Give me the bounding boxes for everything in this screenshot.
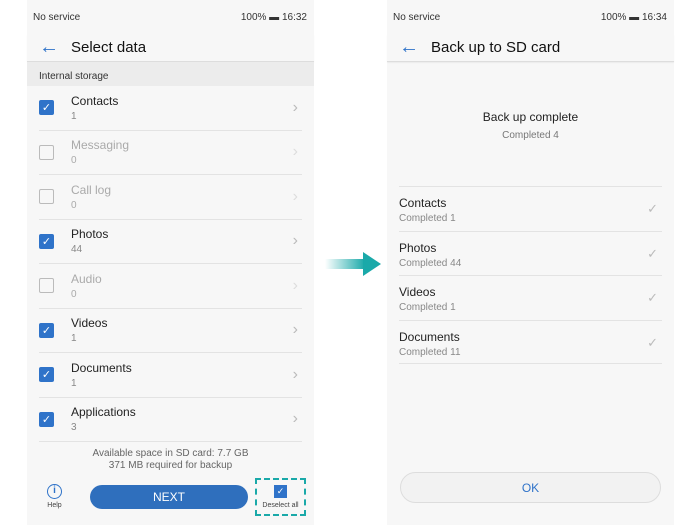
chevron-right-icon: ›	[292, 143, 298, 161]
list-item[interactable]: ✓ Videos 1 ›	[39, 309, 302, 353]
battery-text: 100%	[600, 11, 627, 23]
available-space: Available space in SD card: 7.7 GB	[92, 448, 249, 459]
list-item[interactable]: ✓ Applications 3 ›	[39, 398, 302, 442]
check-icon: ✓	[647, 290, 658, 305]
item-name: Videos	[71, 316, 108, 331]
result-item: Contacts Completed 1 ✓	[399, 186, 662, 231]
item-name: Audio	[71, 271, 102, 286]
item-count: 1	[71, 377, 77, 389]
item-count: 1	[71, 110, 77, 122]
result-item: Videos Completed 1 ✓	[399, 275, 662, 320]
checkbox[interactable]: ✓	[39, 411, 54, 427]
time-text: 16:34	[641, 11, 667, 23]
checkbox[interactable]: ✓	[39, 367, 54, 383]
chevron-right-icon: ›	[292, 276, 298, 294]
item-count: 44	[71, 244, 83, 256]
item-name: Documents	[71, 360, 132, 375]
checkbox-stack-icon: ✓	[274, 485, 287, 498]
checkbox[interactable]: ✓	[39, 100, 54, 116]
deselect-all-button[interactable]: ✓ Deselect all	[255, 478, 306, 516]
select-data-screen: No service 100% ▬ 16:32 ← Select data Int…	[27, 0, 314, 525]
list-item[interactable]: ✓ Contacts 1 ›	[39, 86, 302, 131]
list-item[interactable]: Call log 0 ›	[39, 175, 302, 220]
info-icon: i	[47, 484, 62, 499]
chevron-right-icon: ›	[292, 321, 298, 339]
backup-complete-screen: No service 100% ▬ 16:34 ← Back up to SD c…	[387, 0, 674, 525]
carrier-text: No service	[393, 11, 441, 23]
item-name: Applications	[71, 405, 136, 420]
section-header: Internal storage	[27, 62, 314, 86]
deselect-label: Deselect all	[262, 502, 299, 509]
carrier-text: No service	[33, 11, 81, 23]
status-bar: No service 100% ▬ 16:32	[33, 11, 307, 23]
back-arrow-icon[interactable]: ←	[39, 36, 71, 59]
ok-button[interactable]: OK	[400, 472, 661, 503]
list-item[interactable]: Messaging 0 ›	[39, 131, 302, 175]
help-button[interactable]: i Help	[47, 484, 62, 509]
storage-info: Available space in SD card: 7.7 GB 371 MB…	[27, 448, 314, 472]
help-label: Help	[47, 502, 62, 509]
chevron-right-icon: ›	[292, 365, 298, 383]
back-arrow-icon[interactable]: ←	[399, 36, 431, 59]
check-icon: ✓	[647, 334, 658, 350]
page-title: Back up to SD card	[431, 39, 561, 56]
page-title: Select data	[71, 39, 147, 56]
chevron-right-icon: ›	[292, 410, 298, 428]
list-item[interactable]: ✓ Photos 44 ›	[39, 220, 302, 264]
item-count: 0	[71, 288, 77, 300]
item-detail: Completed 44	[399, 257, 462, 269]
list-item[interactable]: ✓ Documents 1 ›	[39, 353, 302, 398]
item-detail: Completed 11	[399, 346, 461, 358]
checkbox[interactable]: ✓	[39, 322, 54, 338]
item-count: 0	[71, 199, 77, 211]
checkbox[interactable]: ✓	[39, 233, 54, 249]
required-space: 371 MB required for backup	[108, 460, 233, 471]
battery-text: 100%	[240, 11, 267, 23]
item-name: Contacts	[399, 196, 447, 210]
item-count: 1	[71, 333, 77, 345]
result-item: Documents Completed 11 ✓	[399, 319, 662, 364]
item-count: 0	[71, 155, 77, 167]
check-icon: ✓	[647, 201, 658, 216]
item-name: Contacts	[71, 93, 119, 108]
item-name: Videos	[399, 285, 436, 299]
next-button[interactable]: NEXT	[90, 485, 248, 509]
chevron-right-icon: ›	[292, 187, 298, 205]
item-count: 3	[71, 422, 77, 434]
list-item[interactable]: Audio 0 ›	[39, 264, 302, 309]
completed-count: Completed 4	[502, 130, 559, 141]
item-name: Messaging	[71, 138, 130, 153]
checkbox[interactable]	[39, 144, 54, 160]
checkbox[interactable]	[39, 278, 54, 294]
checkbox[interactable]	[39, 189, 54, 205]
result-item: Photos Completed 44 ✓	[399, 230, 662, 276]
chevron-right-icon: ›	[292, 232, 298, 250]
time-text: 16:32	[281, 11, 307, 23]
arrow-right-icon	[325, 252, 381, 276]
chevron-right-icon: ›	[292, 98, 298, 116]
complete-heading: Back up complete	[482, 110, 579, 124]
item-name: Call log	[71, 182, 112, 197]
item-name: Documents	[399, 329, 460, 344]
item-name: Photos	[71, 227, 109, 242]
item-name: Photos	[399, 240, 437, 255]
status-bar: No service 100% ▬ 16:34	[393, 11, 667, 23]
item-detail: Completed 1	[399, 302, 456, 313]
check-icon: ✓	[647, 245, 658, 261]
item-detail: Completed 1	[399, 213, 456, 224]
